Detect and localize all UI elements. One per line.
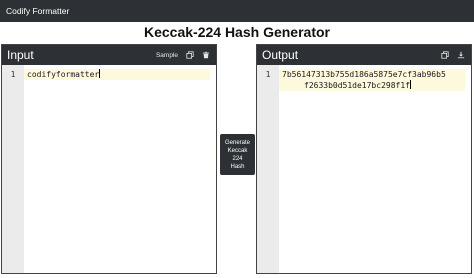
line-number: 1 [265,70,271,79]
page-title: Keccak-224 Hash Generator [144,24,330,40]
output-gutter: 1 [257,65,279,273]
output-hash-part-2: f2633b0d51de17bc298f1f [304,81,410,90]
app-header: Codify Formatter [0,0,474,22]
input-panel-header: Input Sample [2,45,216,65]
input-gutter: 1 [2,65,24,273]
generate-label-4: Hash [230,163,245,170]
output-panel-title: Output [262,48,299,62]
trash-icon[interactable] [202,51,210,59]
output-tools [441,45,465,65]
output-panel: Output 1 7b56147313b755d186a5875e7cf3ab9… [256,44,472,274]
input-editor[interactable]: 1 codifyformatter [2,65,216,273]
line-number: 1 [10,70,16,79]
generate-label-2: Keccak [227,147,248,154]
sample-button[interactable]: Sample [156,52,178,59]
input-panel-title: Input [7,48,34,62]
input-text[interactable]: codifyformatter [27,69,210,80]
output-editor[interactable]: 1 7b56147313b755d186a5875e7cf3ab96b5 f26… [257,65,471,273]
generate-label-1: Generate [224,139,251,146]
generate-label-3: 224 [232,155,243,162]
input-tools: Sample [156,45,210,65]
output-panel-header: Output [257,45,471,65]
download-icon[interactable] [457,51,465,59]
copy-icon[interactable] [186,51,194,59]
output-hash-part-1: 7b56147313b755d186a5875e7cf3ab96b5 [282,70,446,79]
text-cursor [99,69,101,78]
generate-hash-button[interactable]: Generate Keccak 224 Hash [220,134,255,175]
text-cursor [409,80,411,89]
input-panel: Input Sample 1 codifyformatter [1,44,217,274]
app-title[interactable]: Codify Formatter [6,6,69,16]
copy-icon[interactable] [441,51,449,59]
output-text[interactable]: 7b56147313b755d186a5875e7cf3ab96b5 f2633… [282,69,465,91]
